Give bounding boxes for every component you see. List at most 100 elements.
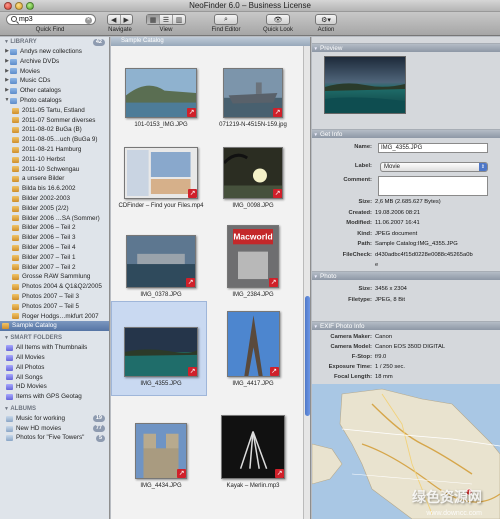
sidebar-item-catalog[interactable]: Bilder 2006 – Teil 4 [0,243,109,253]
find-editor-label: Find Editor [211,27,241,33]
sidebar-item-catalog[interactable]: 2011-08-21 Hamburg [0,145,109,155]
created-label: Created: [348,209,372,216]
sidebar-item-folder[interactable]: ▶ Other catalogs [0,86,109,96]
thumbnail-item[interactable]: Macworld ↗ IMG_2384.JPG [209,218,297,298]
sidebar-item-catalog[interactable]: Bilda bis 16.6.2002 [0,184,109,194]
thumbnail-image[interactable] [124,147,198,199]
sidebar-item-catalog[interactable]: Bilder 2005 (2/2) [0,204,109,214]
smart-folder-label: HD Movies [16,383,47,391]
sidebar-item-catalog[interactable]: Photos 2007 – Teil 5 [0,302,109,312]
navigate-control: ◀ ▶ [107,14,133,25]
albums-header[interactable]: ▼ ALBUMS [0,404,109,414]
map-link-icon[interactable]: ↗ [187,108,196,117]
thumbnail-image[interactable] [124,327,198,377]
vertical-scrollbar[interactable] [303,46,310,519]
thumbnail-item[interactable]: ↗ IMG_0378.JPG [117,218,205,298]
sidebar-item-catalog[interactable]: Bilder 2006 – Teil 2 [0,223,109,233]
sidebar-item-folder[interactable]: ▶ Andys new collections [0,47,109,57]
find-editor-button[interactable]: ⌕ [214,14,238,25]
name-label: Name: [354,144,372,150]
map-link-icon[interactable]: ↗ [275,469,284,478]
sidebar-item-catalog[interactable]: a unsere Bilder [0,174,109,184]
sidebar-item-catalog[interactable]: 2011-10 Schwengau [0,165,109,175]
label-select[interactable]: Movie ⇕ [380,162,488,172]
thumbnail-item[interactable]: ↗ 101-0153_IMG.JPG [117,48,205,128]
sidebar-item-catalog[interactable]: Grosse RAW Sammlung [0,272,109,282]
sidebar-item-label: Archive DVDs [20,57,60,65]
album-label: Music for working [16,414,65,422]
library-header[interactable]: ▼ LIBRARY 42 [0,37,109,47]
sidebar-item-catalog[interactable]: 2011-10 Herbst [0,155,109,165]
sidebar-item-catalog[interactable]: Sample Catalog [0,321,109,332]
clear-search-icon[interactable]: × [85,16,92,24]
sidebar-item-folder[interactable]: ▶ Archive DVDs [0,57,109,67]
sidebar-item-label: Andys new collections [20,48,82,55]
quick-look-button[interactable]: 👁 [266,14,290,25]
search-input[interactable] [19,15,83,24]
sidebar-item-catalog[interactable]: Bilder 2007 – Teil 1 [0,253,109,263]
album-item[interactable]: Photos for "Five Towers" 5 [0,433,109,443]
thumbnail-item[interactable]: ↗ IMG_4434.JPG [117,409,205,489]
sidebar-item-folder[interactable]: ▼ Photo catalogs [0,96,109,106]
smart-folder-item[interactable]: HD Movies [0,382,109,392]
smart-folder-item[interactable]: All Items with Thumbnails [0,343,109,353]
name-field[interactable]: IMG_4355.JPG [378,143,488,153]
thumbnail-item[interactable]: ↗ IMG_0098.JPG [209,129,297,209]
smart-folder-item[interactable]: All Movies [0,353,109,363]
thumbnail-item[interactable]: ↗ CDFinder – Find your Files.mp4 [117,129,205,209]
size-row: Size: 2,6 MB (2.685.627 Bytes) [312,199,500,207]
map-link-icon[interactable]: ↗ [186,278,195,287]
quick-find-search[interactable]: × [6,14,96,25]
thumbnail-item[interactable]: ↗ 071219-N-4515N-159.jpg [209,48,297,128]
forward-button[interactable]: ▶ [121,15,133,24]
smart-folder-item[interactable]: All Songs [0,373,109,383]
smart-folders-header[interactable]: ▼ SMART FOLDERS [0,333,109,343]
folder-icon [10,68,17,75]
view-icons-button[interactable]: ▦ [147,15,160,24]
map-link-icon[interactable]: ↗ [269,367,279,376]
map-link-icon[interactable]: ↗ [273,108,282,117]
action-button[interactable]: ⚙▾ [315,14,337,25]
get-info-section-header[interactable]: Get Info [312,129,500,139]
comment-field[interactable] [378,176,488,196]
sidebar-item-folder[interactable]: ▶ Movies [0,67,109,77]
map-link-icon[interactable]: ↗ [273,189,282,198]
map-link-icon[interactable]: ↗ [269,278,278,287]
smart-folder-item[interactable]: All Photos [0,363,109,373]
view-list-button[interactable]: ☰ [160,15,173,24]
album-item[interactable]: New HD movies 77 [0,424,109,434]
exif-section-header[interactable]: EXIF Photo Info [312,321,500,331]
thumbnail-caption: IMG_0378.JPG [140,292,182,298]
map-link-icon[interactable]: ↗ [188,367,197,376]
sidebar-item-catalog[interactable]: 2011-08-05…uch (BuGa 9) [0,135,109,145]
thumbnail-item[interactable]: ↗ IMG_4417.JPG [209,307,297,387]
scrollbar-knob[interactable] [305,296,310,416]
smart-folder-item[interactable]: Items with GPS Geotag [0,392,109,402]
sidebar-item-folder[interactable]: ▶ Music CDs [0,76,109,86]
sidebar-item-catalog[interactable]: 2011-08-02 BuGa (B) [0,125,109,135]
album-label: Photos for "Five Towers" [16,434,85,442]
sidebar-item-catalog[interactable]: Bilder 2007 – Teil 2 [0,263,109,273]
sidebar-item-catalog[interactable]: Bilder 2006 – Teil 3 [0,233,109,243]
sidebar-item-catalog[interactable]: Photos 2004 & Q1&Q2/2005 [0,282,109,292]
photo-section-header[interactable]: Photo [312,271,500,281]
sidebar-item-catalog[interactable]: Bilder 2002-2003 [0,194,109,204]
thumbnail-item[interactable]: ↗ Kayak – Merlin.mp3 [209,409,297,489]
sidebar-item-catalog[interactable]: Photos 2007 – Teil 3 [0,292,109,302]
focal-length-value: 18 mm [375,374,393,380]
view-label: View [159,27,173,33]
map-link-icon[interactable]: ↗ [188,189,197,198]
back-button[interactable]: ◀ [108,15,121,24]
sidebar-item-catalog[interactable]: Roger Hodgs…mkfurt 2007 [0,312,109,322]
gps-map[interactable]: 绿色资源网 www.downcc.com [312,384,500,519]
map-link-icon[interactable]: ↗ [177,469,186,478]
thumbnail-item[interactable]: ↗ IMG_4355.JPG [111,301,207,396]
view-columns-button[interactable]: ▥ [173,15,185,24]
sidebar-item-catalog[interactable]: 2011-07 Sommer diverses [0,116,109,126]
album-item[interactable]: Music for working 19 [0,414,109,424]
label-select-value: Movie [384,164,401,170]
smart-folder-icon [6,345,13,351]
preview-section-header[interactable]: Preview [312,43,500,53]
sidebar-item-catalog[interactable]: Bilder 2006 …SA (Sommer) [0,214,109,224]
sidebar-item-catalog[interactable]: 2011-05 Tartu, Estland [0,106,109,116]
